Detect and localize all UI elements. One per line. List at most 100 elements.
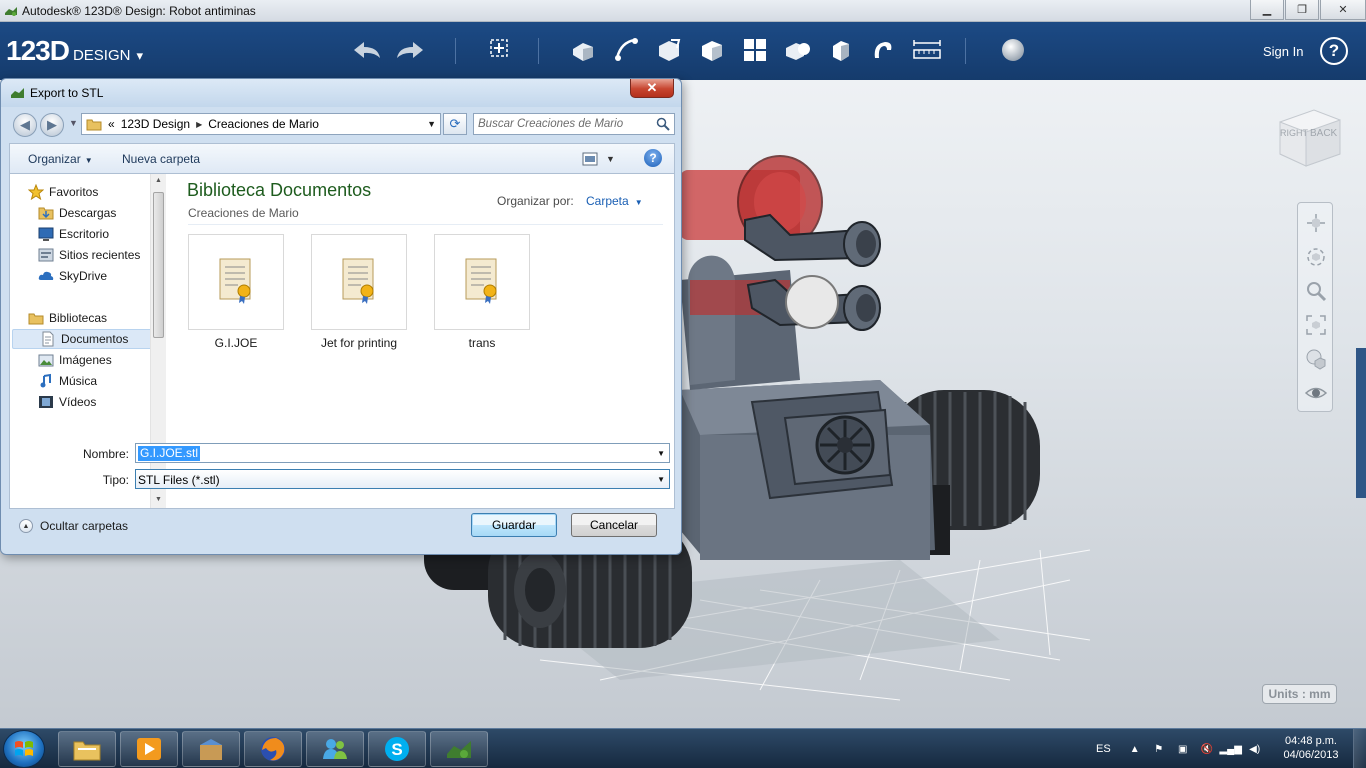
file-tile-trans[interactable] — [434, 234, 530, 330]
fit-icon[interactable] — [1304, 313, 1328, 337]
view-options-button[interactable]: ▼ — [582, 150, 622, 168]
tree-item-downloads[interactable]: Descargas — [38, 203, 116, 223]
tree-item-videos[interactable]: Vídeos — [38, 392, 96, 412]
breadcrumb-separator-icon[interactable]: ▶ — [196, 120, 202, 129]
snap-icon[interactable] — [866, 34, 900, 66]
view-cube-right[interactable]: RIGHT — [1280, 128, 1309, 138]
file-type-select[interactable]: STL Files (*.stl) ▼ — [135, 469, 670, 489]
save-button[interactable]: Guardar — [471, 513, 557, 537]
tree-item-desktop[interactable]: Escritorio — [38, 224, 109, 244]
start-button[interactable] — [3, 730, 45, 768]
refresh-button[interactable]: ⟳ — [443, 113, 467, 135]
file-name-gijoe[interactable]: G.I.JOE — [188, 336, 284, 350]
help-button[interactable]: ? — [644, 149, 662, 167]
dialog-close-button[interactable]: ✕ — [630, 79, 674, 98]
tree-item-skydrive[interactable]: SkyDrive — [38, 266, 107, 286]
ruler-icon[interactable] — [910, 34, 944, 66]
firefox-icon — [261, 737, 285, 761]
search-icon[interactable] — [656, 117, 670, 131]
breadcrumb-creaciones[interactable]: Creaciones de Mario — [208, 117, 319, 131]
tree-item-libraries[interactable]: Bibliotecas — [28, 308, 107, 328]
redo-icon[interactable] — [393, 34, 427, 66]
clock-time: 04:48 p.m. — [1285, 735, 1337, 747]
window-close-button[interactable]: ✕ — [1320, 0, 1366, 20]
modify-icon[interactable] — [695, 34, 729, 66]
taskbar-installer[interactable] — [182, 731, 240, 767]
organize-menu[interactable]: Organizar ▼ — [28, 152, 93, 166]
chevron-down-icon: ▼ — [606, 154, 615, 164]
file-name-jet-for-printing[interactable]: Jet for printing — [311, 336, 407, 350]
tree-item-recent-places[interactable]: Sitios recientes — [38, 245, 140, 265]
taskbar-firefox[interactable] — [244, 731, 302, 767]
address-row: ◀ ▶ ▼ « 123D Design ▶ Creaciones de Mari… — [9, 111, 677, 137]
chevron-down-icon[interactable]: ▼ — [657, 449, 665, 458]
chevron-down-icon[interactable]: ▼ — [427, 119, 436, 129]
undo-icon[interactable] — [350, 34, 384, 66]
breadcrumb-overflow[interactable]: « — [108, 117, 115, 131]
address-bar[interactable]: « 123D Design ▶ Creaciones de Mario ▼ — [81, 113, 441, 135]
view-cube[interactable]: RIGHT BACK — [1274, 104, 1346, 170]
tree-label: Vídeos — [59, 395, 97, 409]
cancel-button[interactable]: Cancelar — [571, 513, 657, 537]
taskbar-123d-design[interactable] — [430, 731, 488, 767]
back-button[interactable]: ◀ — [13, 113, 37, 137]
sketch-icon[interactable] — [610, 34, 644, 66]
explorer-icon — [73, 741, 101, 761]
clock[interactable]: 04:48 p.m. 04/06/2013 — [1276, 734, 1346, 762]
eye-icon[interactable] — [1304, 381, 1328, 405]
new-folder-button[interactable]: Nueva carpeta — [122, 152, 200, 166]
combine-icon[interactable] — [824, 34, 858, 66]
scroll-down-icon[interactable]: ▼ — [155, 496, 162, 503]
search-input[interactable] — [478, 116, 648, 132]
scroll-up-icon[interactable]: ▲ — [155, 177, 162, 184]
recent-pages-button[interactable]: ▼ — [69, 118, 78, 128]
file-tile-jet-for-printing[interactable] — [311, 234, 407, 330]
minimize-button[interactable]: ▁ — [1250, 0, 1284, 20]
hide-folders-toggle[interactable]: ▲ Ocultar carpetas — [19, 519, 128, 533]
taskbar-skype[interactable]: S — [368, 731, 426, 767]
units-badge[interactable]: Units : mm — [1262, 684, 1337, 704]
maximize-button[interactable]: ❐ — [1285, 0, 1319, 20]
forward-button[interactable]: ▶ — [40, 113, 64, 137]
primitives-icon[interactable] — [566, 34, 600, 66]
tree-label: Escritorio — [59, 227, 110, 241]
grouping-icon[interactable] — [780, 34, 814, 66]
chevron-down-icon[interactable]: ▼ — [657, 475, 665, 484]
show-desktop-button[interactable] — [1353, 729, 1366, 768]
file-name-trans[interactable]: trans — [434, 336, 530, 350]
device-icon[interactable]: ▣ — [1175, 741, 1191, 757]
arrange-by-dropdown[interactable]: Carpeta ▼ — [586, 194, 643, 208]
taskbar-media-player[interactable] — [120, 731, 178, 767]
pattern-icon[interactable] — [738, 34, 772, 66]
pan-icon[interactable] — [1304, 211, 1328, 235]
zoom-icon[interactable] — [1304, 279, 1328, 303]
show-hidden-icons-icon[interactable]: ▲ — [1127, 741, 1143, 757]
signal-icon[interactable]: ▂▄▆ — [1219, 741, 1241, 757]
tree-item-music[interactable]: Música — [38, 371, 97, 391]
view-cube-back[interactable]: BACK — [1310, 128, 1338, 139]
language-indicator[interactable]: ES — [1096, 743, 1111, 755]
type-label: Tipo: — [102, 473, 129, 487]
file-tile-gijoe[interactable] — [188, 234, 284, 330]
volume-muted-icon[interactable]: 🔇 — [1199, 741, 1215, 757]
breadcrumb-123d-design[interactable]: 123D Design — [121, 117, 190, 131]
help-button[interactable]: ? — [1320, 37, 1348, 65]
material-display-icon[interactable] — [1304, 347, 1328, 371]
orbit-icon[interactable] — [1304, 245, 1328, 269]
material-icon[interactable] — [996, 34, 1030, 66]
speaker-icon[interactable]: ◀) — [1247, 741, 1263, 757]
tree-item-documents[interactable]: Documentos — [12, 329, 152, 349]
tree-item-images[interactable]: Imágenes — [38, 350, 112, 370]
taskbar-explorer[interactable] — [58, 731, 116, 767]
flag-icon[interactable]: ⚑ — [1151, 741, 1167, 757]
construct-icon[interactable] — [652, 34, 686, 66]
scroll-thumb[interactable] — [153, 192, 164, 338]
sign-in-link[interactable]: Sign In — [1263, 44, 1303, 59]
filename-input[interactable]: G.I.JOE.stl — [138, 446, 201, 461]
app-menu-logo[interactable]: 123D DESIGN ▾ — [6, 35, 143, 67]
side-panel-tab[interactable] — [1356, 348, 1366, 498]
tree-item-favorites[interactable]: Favoritos — [28, 182, 98, 202]
transform-icon[interactable] — [482, 34, 516, 66]
filename-combobox[interactable]: G.I.JOE.stl ▼ — [135, 443, 670, 463]
taskbar-messenger[interactable] — [306, 731, 364, 767]
